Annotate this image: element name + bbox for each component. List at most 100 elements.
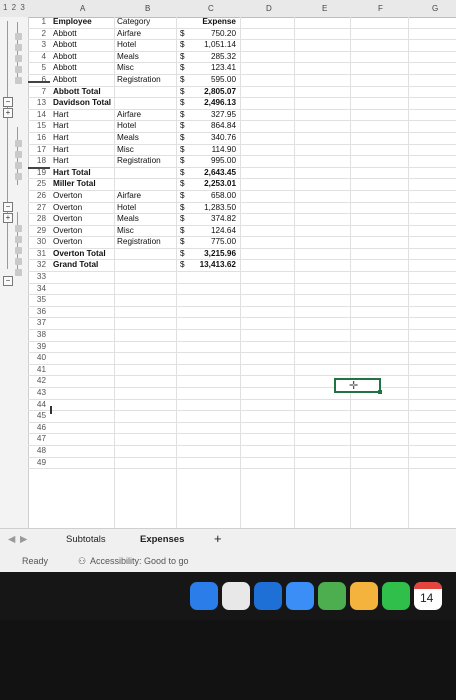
cell-currency[interactable]: $: [180, 179, 185, 190]
cell-employee[interactable]: Overton Total: [53, 249, 106, 260]
row-number[interactable]: 30: [28, 237, 46, 248]
cell-currency[interactable]: $: [180, 156, 185, 167]
cell-expense[interactable]: 3,215.96: [194, 249, 236, 260]
table-row[interactable]: 6 Abbott Registration $595.00: [28, 75, 456, 87]
cell-currency[interactable]: $: [180, 226, 185, 237]
outline-detail-marker[interactable]: [15, 66, 22, 73]
cell-employee[interactable]: Hart: [53, 156, 68, 167]
column-header-c[interactable]: C: [208, 4, 214, 13]
table-row[interactable]: 7 Abbott Total $2,805.07: [28, 87, 456, 99]
table-row[interactable]: 31 Overton Total $3,215.96: [28, 249, 456, 261]
row-number[interactable]: 3: [28, 40, 46, 51]
table-row[interactable]: 5 Abbott Misc $123.41: [28, 63, 456, 75]
cell-employee[interactable]: Hart: [53, 121, 68, 132]
cell-employee[interactable]: Overton: [53, 214, 82, 225]
cell-expense[interactable]: 1,283.50: [194, 203, 236, 214]
row-number[interactable]: 42: [28, 376, 46, 387]
row-number[interactable]: 31: [28, 249, 46, 260]
outline-detail-marker[interactable]: [15, 151, 22, 158]
column-header-e[interactable]: E: [322, 4, 327, 13]
table-row[interactable]: 29 Overton Misc $124.64: [28, 226, 456, 238]
cell-employee[interactable]: Overton: [53, 226, 82, 237]
row-number[interactable]: 35: [28, 295, 46, 306]
table-row[interactable]: 18 Hart Registration $995.00: [28, 156, 456, 168]
cell-category[interactable]: Misc: [117, 145, 134, 156]
cell-expense[interactable]: 13,413.62: [194, 260, 236, 271]
table-row[interactable]: 15 Hart Hotel $864.84: [28, 121, 456, 133]
table-row[interactable]: 42: [28, 376, 456, 388]
photos-icon[interactable]: [350, 582, 378, 610]
table-row[interactable]: 40: [28, 353, 456, 365]
cell-employee[interactable]: Overton: [53, 237, 82, 248]
row-number[interactable]: 28: [28, 214, 46, 225]
launchpad-icon[interactable]: [222, 582, 250, 610]
row-number[interactable]: 41: [28, 365, 46, 376]
cell-currency[interactable]: $: [180, 191, 185, 202]
add-sheet-button[interactable]: +: [214, 531, 222, 546]
row-number[interactable]: 29: [28, 226, 46, 237]
cell-currency[interactable]: $: [180, 260, 185, 271]
cell-employee[interactable]: Abbott: [53, 52, 77, 63]
row-number[interactable]: 37: [28, 318, 46, 329]
cell-employee[interactable]: Overton: [53, 191, 82, 202]
cell-category[interactable]: Meals: [117, 214, 139, 225]
table-row[interactable]: 13 Davidson Total $2,496.13: [28, 98, 456, 110]
safari-icon[interactable]: [254, 582, 282, 610]
cell-expense[interactable]: 124.64: [194, 226, 236, 237]
tab-scroll-right-icon[interactable]: ▶: [20, 534, 27, 545]
table-row[interactable]: 32 Grand Total $13,413.62: [28, 260, 456, 273]
cell-category[interactable]: Meals: [117, 133, 139, 144]
table-row[interactable]: 41: [28, 365, 456, 377]
cell-expense[interactable]: 285.32: [194, 52, 236, 63]
cell-employee[interactable]: Abbott: [53, 40, 77, 51]
cell-currency[interactable]: $: [180, 75, 185, 86]
cell-expense[interactable]: 327.95: [194, 110, 236, 121]
table-row[interactable]: 46: [28, 423, 456, 435]
row-number[interactable]: 19: [28, 168, 46, 179]
table-row[interactable]: 48: [28, 446, 456, 458]
cell-currency[interactable]: $: [180, 52, 185, 63]
row-number[interactable]: 15: [28, 121, 46, 132]
cell-employee[interactable]: Grand Total: [53, 260, 98, 271]
outline-expand-button[interactable]: +: [3, 213, 13, 223]
cell-category[interactable]: Registration: [117, 237, 161, 248]
cell-expense[interactable]: 595.00: [194, 75, 236, 86]
tab-expenses[interactable]: Expenses: [140, 534, 184, 545]
table-row[interactable]: 39: [28, 342, 456, 354]
calendar-icon[interactable]: 14: [414, 582, 442, 610]
accessibility-status[interactable]: Accessibility: Good to go: [90, 556, 189, 566]
cell-expense[interactable]: 1,051.14: [194, 40, 236, 51]
table-row[interactable]: 14 Hart Airfare $327.95: [28, 110, 456, 122]
cell-currency[interactable]: $: [180, 168, 185, 179]
table-row[interactable]: 37: [28, 318, 456, 331]
cell-currency[interactable]: $: [180, 63, 185, 74]
cell-currency[interactable]: $: [180, 249, 185, 260]
cell-category[interactable]: Meals: [117, 52, 139, 63]
row-number[interactable]: 36: [28, 307, 46, 318]
cell-employee[interactable]: Hart Total: [53, 168, 91, 179]
row-number[interactable]: 47: [28, 434, 46, 445]
cell-expense[interactable]: 995.00: [194, 156, 236, 167]
row-number[interactable]: 48: [28, 446, 46, 457]
table-row[interactable]: 1 Employee Category Expense: [28, 17, 456, 29]
table-row[interactable]: 33: [28, 272, 456, 284]
row-number[interactable]: 40: [28, 353, 46, 364]
column-header-a[interactable]: A: [80, 4, 85, 13]
cell-category[interactable]: Misc: [117, 226, 134, 237]
table-row[interactable]: 35: [28, 295, 456, 307]
accessibility-icon[interactable]: ⚇: [78, 556, 86, 567]
outline-detail-marker[interactable]: [15, 225, 22, 232]
cell-category[interactable]: Hotel: [117, 121, 136, 132]
cell-employee[interactable]: Hart: [53, 133, 68, 144]
outline-detail-marker[interactable]: [15, 77, 22, 84]
cell-employee[interactable]: Overton: [53, 203, 82, 214]
cell-expense[interactable]: 2,496.13: [194, 98, 236, 109]
cell-expense[interactable]: Expense: [194, 17, 236, 28]
row-number[interactable]: 14: [28, 110, 46, 121]
table-row[interactable]: 17 Hart Misc $114.90: [28, 145, 456, 157]
fill-handle[interactable]: [378, 390, 382, 394]
mail-icon[interactable]: [286, 582, 314, 610]
cell-currency[interactable]: $: [180, 214, 185, 225]
cell-currency[interactable]: $: [180, 203, 185, 214]
table-row[interactable]: 19 Hart Total $2,643.45: [28, 168, 456, 180]
